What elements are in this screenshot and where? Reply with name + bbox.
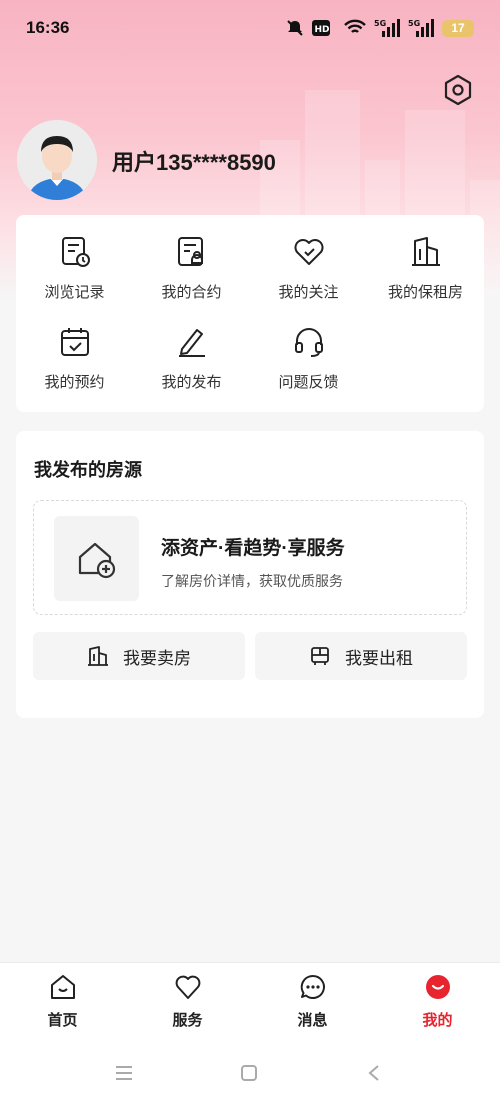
- building-icon: [88, 646, 108, 666]
- add-property-card[interactable]: 添资产·看趋势·享服务 了解房价详情，获取优质服务: [33, 500, 467, 615]
- quick-link-publish[interactable]: 我的发布: [133, 325, 250, 405]
- section-title: 我发布的房源: [34, 460, 142, 480]
- quick-link-rental[interactable]: 我的保租房: [367, 235, 484, 315]
- quick-link-appointment[interactable]: 我的预约: [16, 325, 133, 405]
- battery-level: 17: [451, 21, 465, 35]
- system-nav-bar: [0, 1046, 500, 1100]
- back-icon[interactable]: [364, 1063, 384, 1083]
- quick-link-feedback[interactable]: 问题反馈: [250, 325, 367, 405]
- quick-link-label: 我的发布: [161, 374, 222, 391]
- quick-link-label: 问题反馈: [278, 374, 339, 391]
- quick-link-label: 浏览记录: [44, 284, 105, 301]
- battery-indicator: 17: [442, 19, 474, 37]
- sell-house-label: 我要卖房: [123, 648, 191, 668]
- tab-mine[interactable]: 我的: [375, 973, 500, 1030]
- message-icon: [300, 974, 325, 999]
- tab-label: 服务: [172, 1012, 203, 1029]
- rent-out-button[interactable]: 我要出租: [255, 632, 467, 680]
- quick-links-card: 浏览记录 我的合约 我的关注 我的保租房 我的预约 我的发布 问题反馈: [16, 215, 484, 412]
- status-time: 16:36: [26, 18, 70, 37]
- avatar[interactable]: [17, 120, 97, 200]
- profile-icon: [425, 975, 450, 999]
- wifi-icon: [344, 19, 366, 33]
- tab-label: 消息: [297, 1012, 328, 1029]
- svg-text:5G: 5G: [374, 19, 386, 28]
- quick-link-favorites[interactable]: 我的关注: [250, 235, 367, 315]
- heart-check-icon: [294, 239, 323, 265]
- headset-icon: [294, 328, 323, 357]
- house-add-icon: [78, 542, 116, 579]
- add-property-icon-box: [54, 516, 139, 601]
- menu-icon[interactable]: [114, 1063, 134, 1083]
- heart-icon: [175, 975, 200, 999]
- settings-button[interactable]: [440, 72, 476, 108]
- tab-home[interactable]: 首页: [0, 973, 125, 1030]
- tab-service[interactable]: 服务: [125, 973, 250, 1030]
- svg-text:HD: HD: [315, 25, 330, 35]
- home-icon: [50, 975, 75, 999]
- contract-icon: [177, 237, 203, 266]
- tab-label: 我的: [422, 1012, 453, 1029]
- rent-out-label: 我要出租: [345, 648, 413, 668]
- calendar-check-icon: [60, 328, 89, 356]
- settings-icon: [444, 74, 472, 106]
- quick-link-label: 我的保租房: [387, 284, 463, 301]
- svg-text:5G: 5G: [408, 19, 420, 28]
- user-avatar-icon: [17, 120, 97, 200]
- signal-5g-icon-2: 5G: [408, 19, 434, 37]
- quick-link-label: 我的合约: [161, 284, 222, 301]
- my-listings-card: 我发布的房源 添资产·看趋势·享服务 了解房价详情，获取优质服务 我要卖房 我要…: [16, 431, 484, 718]
- sell-house-button[interactable]: 我要卖房: [33, 632, 245, 680]
- status-bar: 16:36 HD 5G 5G 17: [0, 0, 500, 56]
- signal-5g-icon: 5G: [374, 19, 400, 37]
- tab-messages[interactable]: 消息: [250, 973, 375, 1030]
- bottom-tab-bar: 首页 服务 消息 我的: [0, 962, 500, 1047]
- home-square-icon[interactable]: [239, 1063, 259, 1083]
- hd-icon: HD: [312, 20, 330, 36]
- rent-icon: [311, 647, 329, 665]
- history-icon: [61, 237, 90, 267]
- add-property-subtitle: 了解房价详情，获取优质服务: [161, 573, 343, 589]
- add-property-title: 添资产·看趋势·享服务: [161, 538, 345, 559]
- building-icon: [411, 237, 440, 266]
- quick-link-contract[interactable]: 我的合约: [133, 235, 250, 315]
- quick-link-label: 我的预约: [44, 374, 105, 391]
- quick-link-history[interactable]: 浏览记录: [16, 235, 133, 315]
- quick-link-label: 我的关注: [278, 284, 339, 301]
- tab-label: 首页: [47, 1012, 78, 1029]
- username: 用户135****8590: [112, 150, 276, 175]
- edit-icon: [178, 329, 205, 357]
- mute-icon: [287, 20, 303, 36]
